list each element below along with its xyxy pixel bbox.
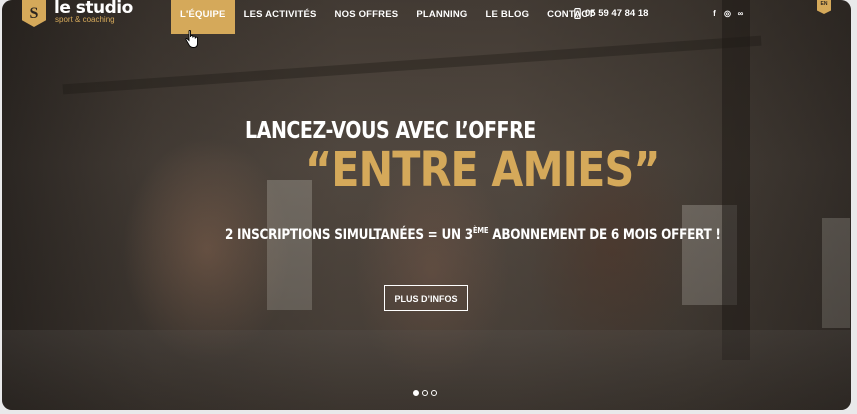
- facebook-icon[interactable]: f: [710, 9, 719, 18]
- hero-content: LANCEZ-VOUS AVEC L’OFFRE “ENTRE AMIES” 2…: [2, 0, 851, 410]
- nav-item-equipe[interactable]: L'ÉQUIPE: [171, 0, 235, 34]
- phone-number: 05 59 47 84 18: [585, 8, 649, 19]
- nav-item-planning[interactable]: PLANNING: [407, 0, 476, 34]
- hero-subtitle: 2 INSCRIPTIONS SIMULTANÉES = UN 3ÈME ABO…: [225, 226, 721, 243]
- language-switch[interactable]: EN: [817, 0, 831, 14]
- hero-slider: S le studio sport & coaching L'ÉQUIPE LE…: [2, 0, 851, 410]
- phone-link[interactable]: 05 59 47 84 18: [574, 8, 648, 19]
- slider-dots: [413, 390, 437, 396]
- slider-dot-3[interactable]: [431, 390, 437, 396]
- main-nav: L'ÉQUIPE LES ACTIVITÉS NOS OFFRES PLANNI…: [171, 0, 603, 34]
- hero-subtitle-superscript: ÈME: [472, 226, 489, 235]
- phone-icon: [574, 8, 581, 19]
- hero-headline: LANCEZ-VOUS AVEC L’OFFRE: [245, 118, 536, 144]
- nav-item-activites[interactable]: LES ACTIVITÉS: [235, 0, 326, 34]
- instagram-icon[interactable]: ◎: [723, 9, 732, 18]
- slider-dot-2[interactable]: [422, 390, 428, 396]
- hero-offer-title: “ENTRE AMIES”: [305, 142, 661, 198]
- logo-badge[interactable]: S: [22, 0, 46, 27]
- nav-item-offres[interactable]: NOS OFFRES: [326, 0, 408, 34]
- hero-subtitle-part: 2 INSCRIPTIONS SIMULTANÉES = UN 3: [225, 227, 473, 243]
- social-links: f ◎ ∞: [710, 9, 745, 18]
- hero-subtitle-part: ABONNEMENT DE 6 MOIS OFFERT !: [488, 227, 721, 243]
- pointer-cursor-icon: [185, 30, 198, 48]
- slider-dot-1[interactable]: [413, 390, 419, 396]
- more-info-button[interactable]: PLUS D’INFOS: [384, 285, 468, 311]
- site-header: S le studio sport & coaching L'ÉQUIPE LE…: [2, 0, 851, 34]
- logo-subtitle: sport & coaching: [55, 15, 115, 24]
- tripadvisor-icon[interactable]: ∞: [736, 9, 745, 18]
- nav-item-blog[interactable]: LE BLOG: [477, 0, 539, 34]
